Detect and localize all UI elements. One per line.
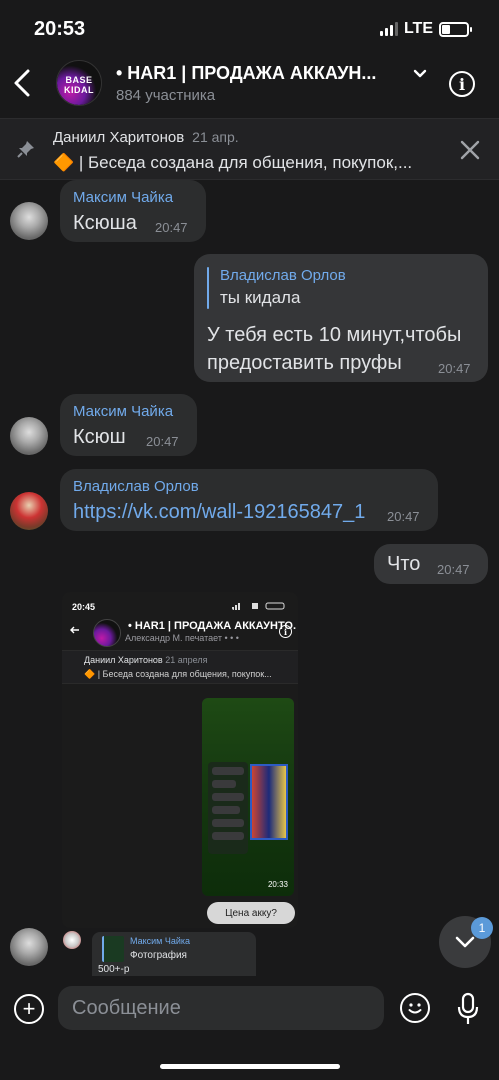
screenshot-title: • HAR1 | ПРОДАЖА АККАУНТО. [128, 620, 297, 632]
reply-author[interactable]: Владислав Орлов [220, 267, 346, 284]
pin-icon [17, 141, 34, 158]
avatar[interactable] [10, 928, 48, 966]
message-time: 20:47 [387, 509, 420, 524]
avatar-text-top: BASE [65, 75, 93, 85]
forward-author: Максим Чайка [130, 936, 191, 946]
message-time: 20:47 [155, 220, 188, 235]
signal-icon [379, 22, 398, 36]
message-sender[interactable]: Максим Чайка [73, 189, 173, 206]
avatar[interactable] [10, 417, 48, 455]
photo-attachment[interactable]: 20:45 • HAR1 | ПРОДАЖА АККАУНТО. Алексан… [62, 592, 298, 928]
message-bubble[interactable]: Что 20:47 [374, 544, 488, 584]
pinned-author: Даниил Харитонов 21 апр. [53, 129, 239, 146]
pinned-message[interactable]: Даниил Харитонов 21 апр. 🔶 | Беседа созда… [0, 118, 499, 180]
pinned-date: 21 апр. [192, 129, 239, 145]
avatar-text-bottom: KIDAL [64, 85, 94, 95]
home-indicator [160, 1064, 340, 1069]
chevron-down-icon[interactable] [412, 68, 428, 80]
chevron-down-icon [455, 936, 475, 948]
forwarded-photo-message[interactable]: Максим Чайка Фотография 500+-р [92, 932, 256, 976]
close-icon[interactable] [460, 140, 480, 160]
message-bubble[interactable]: Владислав Орлов ты кидала У тебя есть 10… [194, 254, 488, 382]
network-label: LTE [403, 20, 433, 37]
nested-time: 20:33 [267, 880, 288, 889]
message-time: 20:47 [438, 361, 471, 376]
add-attachment-button[interactable]: + [14, 994, 44, 1024]
screenshot-pin-author: Даниил Харитонов 21 апреля [84, 655, 208, 665]
message-bubble[interactable]: Максим Чайка Ксюш 20:47 [60, 394, 197, 456]
screenshot-status-icons [232, 602, 285, 610]
member-count: 884 участника [116, 87, 216, 104]
pinned-text: 🔶 | Беседа создана для общения, покупок,… [53, 153, 413, 172]
message-bubble[interactable]: Владислав Орлов https://vk.com/wall-1921… [60, 469, 438, 531]
sender-small-avatar [63, 931, 81, 949]
emoji-icon[interactable] [400, 993, 430, 1023]
screenshot-question: Цена акку? [207, 902, 295, 924]
message-text: Ксюша [73, 212, 137, 234]
screenshot-avatar [93, 619, 121, 647]
message-text: Ксюш [73, 426, 126, 448]
screenshot-info-icon: i [279, 625, 292, 638]
message-sender[interactable]: Владислав Орлов [73, 478, 199, 495]
message-time: 20:47 [437, 562, 470, 577]
message-text: предоставить пруфы [207, 352, 402, 374]
battery-icon [439, 21, 472, 37]
microphone-icon[interactable] [456, 992, 480, 1026]
status-time: 20:53 [34, 18, 86, 40]
reply-bar [207, 267, 209, 309]
info-icon[interactable]: i [449, 71, 475, 97]
screenshot-pinned: Даниил Харитонов 21 апреля 🔶 | Беседа со… [62, 650, 298, 684]
avatar[interactable] [10, 492, 48, 530]
forward-type: Фотография [130, 950, 187, 961]
status-indicators: LTE [379, 20, 472, 38]
screenshot-pin-text: 🔶 | Беседа создана для общения, покупок.… [84, 669, 272, 679]
back-icon[interactable] [10, 68, 34, 98]
screenshot-back-icon [70, 626, 79, 634]
screenshot-time: 20:45 [72, 602, 96, 612]
unread-badge: 1 [471, 917, 493, 939]
photo-thumbnail [102, 936, 124, 962]
message-link[interactable]: https://vk.com/wall-192165847_1 [73, 501, 365, 524]
avatar[interactable] [10, 202, 48, 240]
message-sender[interactable]: Максим Чайка [73, 403, 173, 420]
message-bubble[interactable]: Максим Чайка Ксюша 20:47 [60, 180, 206, 242]
message-input[interactable] [58, 986, 384, 1030]
message-time: 20:47 [146, 434, 179, 449]
message-text: Что [387, 553, 421, 575]
message-text: У тебя есть 10 минут,чтобы [207, 324, 462, 346]
screenshot-subtitle: Александр М. печатает • • • [125, 633, 239, 643]
chat-title[interactable]: • HAR1 | ПРОДАЖА АККАУН... [116, 63, 376, 84]
chat-avatar[interactable]: BASE KIDAL [56, 60, 102, 106]
message-text: 500+-р [98, 964, 130, 975]
nested-screenshot: 20:33 [202, 698, 294, 896]
reply-text: ты кидала [220, 288, 301, 307]
